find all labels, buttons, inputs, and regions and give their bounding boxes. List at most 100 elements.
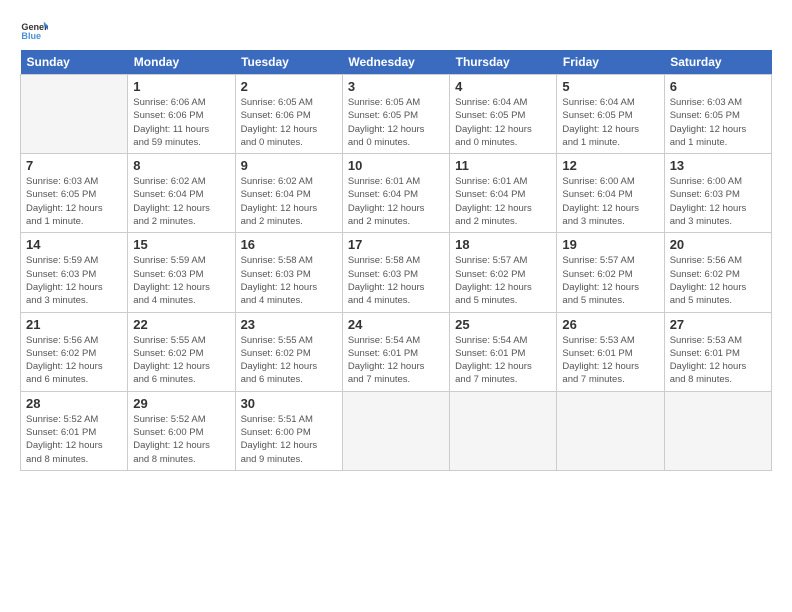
day-number: 20 (670, 237, 766, 252)
calendar-cell: 13 Sunrise: 6:00 AM Sunset: 6:03 PM Dayli… (664, 154, 771, 233)
calendar-cell (557, 391, 664, 470)
calendar-cell: 2 Sunrise: 6:05 AM Sunset: 6:06 PM Daylig… (235, 75, 342, 154)
day-info: Sunrise: 5:53 AM Sunset: 6:01 PM Dayligh… (562, 334, 658, 387)
day-info: Sunrise: 5:53 AM Sunset: 6:01 PM Dayligh… (670, 334, 766, 387)
calendar-cell: 16 Sunrise: 5:58 AM Sunset: 6:03 PM Dayli… (235, 233, 342, 312)
day-number: 15 (133, 237, 229, 252)
day-info: Sunrise: 5:54 AM Sunset: 6:01 PM Dayligh… (348, 334, 444, 387)
calendar-cell: 3 Sunrise: 6:05 AM Sunset: 6:05 PM Daylig… (342, 75, 449, 154)
calendar-cell: 14 Sunrise: 5:59 AM Sunset: 6:03 PM Dayli… (21, 233, 128, 312)
calendar-cell: 12 Sunrise: 6:00 AM Sunset: 6:04 PM Dayli… (557, 154, 664, 233)
day-number: 27 (670, 317, 766, 332)
day-info: Sunrise: 6:03 AM Sunset: 6:05 PM Dayligh… (670, 96, 766, 149)
calendar-cell (450, 391, 557, 470)
calendar-cell: 1 Sunrise: 6:06 AM Sunset: 6:06 PM Daylig… (128, 75, 235, 154)
day-info: Sunrise: 5:55 AM Sunset: 6:02 PM Dayligh… (241, 334, 337, 387)
day-number: 6 (670, 79, 766, 94)
day-info: Sunrise: 5:52 AM Sunset: 6:01 PM Dayligh… (26, 413, 122, 466)
day-info: Sunrise: 6:06 AM Sunset: 6:06 PM Dayligh… (133, 96, 229, 149)
day-number: 14 (26, 237, 122, 252)
calendar-cell: 5 Sunrise: 6:04 AM Sunset: 6:05 PM Daylig… (557, 75, 664, 154)
day-info: Sunrise: 5:55 AM Sunset: 6:02 PM Dayligh… (133, 334, 229, 387)
calendar-cell: 7 Sunrise: 6:03 AM Sunset: 6:05 PM Daylig… (21, 154, 128, 233)
header-friday: Friday (557, 50, 664, 75)
calendar-cell: 25Sunrise: 5:54 AM Sunset: 6:01 PM Dayli… (450, 312, 557, 391)
svg-text:Blue: Blue (21, 31, 41, 41)
day-info: Sunrise: 5:57 AM Sunset: 6:02 PM Dayligh… (562, 254, 658, 307)
day-number: 23 (241, 317, 337, 332)
calendar-table: SundayMondayTuesdayWednesdayThursdayFrid… (20, 50, 772, 471)
calendar-cell: 30 Sunrise: 5:51 AM Sunset: 6:00 PM Dayli… (235, 391, 342, 470)
day-number: 5 (562, 79, 658, 94)
calendar-cell: 29 Sunrise: 5:52 AM Sunset: 6:00 PM Dayli… (128, 391, 235, 470)
day-number: 12 (562, 158, 658, 173)
calendar-cell: 19 Sunrise: 5:57 AM Sunset: 6:02 PM Dayli… (557, 233, 664, 312)
day-number: 1 (133, 79, 229, 94)
calendar-cell: 9 Sunrise: 6:02 AM Sunset: 6:04 PM Daylig… (235, 154, 342, 233)
day-info: Sunrise: 6:05 AM Sunset: 6:05 PM Dayligh… (348, 96, 444, 149)
calendar-cell: 11 Sunrise: 6:01 AM Sunset: 6:04 PM Dayli… (450, 154, 557, 233)
calendar-cell: 4 Sunrise: 6:04 AM Sunset: 6:05 PM Daylig… (450, 75, 557, 154)
day-info: Sunrise: 5:52 AM Sunset: 6:00 PM Dayligh… (133, 413, 229, 466)
day-number: 28 (26, 396, 122, 411)
day-number: 16 (241, 237, 337, 252)
calendar-cell (664, 391, 771, 470)
calendar-cell: 22Sunrise: 5:55 AM Sunset: 6:02 PM Dayli… (128, 312, 235, 391)
day-info: Sunrise: 5:57 AM Sunset: 6:02 PM Dayligh… (455, 254, 551, 307)
header-saturday: Saturday (664, 50, 771, 75)
day-info: Sunrise: 5:58 AM Sunset: 6:03 PM Dayligh… (348, 254, 444, 307)
header-monday: Monday (128, 50, 235, 75)
calendar-cell: 26Sunrise: 5:53 AM Sunset: 6:01 PM Dayli… (557, 312, 664, 391)
header-sunday: Sunday (21, 50, 128, 75)
day-number: 4 (455, 79, 551, 94)
header-wednesday: Wednesday (342, 50, 449, 75)
day-number: 18 (455, 237, 551, 252)
day-info: Sunrise: 6:05 AM Sunset: 6:06 PM Dayligh… (241, 96, 337, 149)
calendar-cell: 15 Sunrise: 5:59 AM Sunset: 6:03 PM Dayli… (128, 233, 235, 312)
calendar-cell (342, 391, 449, 470)
calendar-cell: 6 Sunrise: 6:03 AM Sunset: 6:05 PM Daylig… (664, 75, 771, 154)
day-info: Sunrise: 6:04 AM Sunset: 6:05 PM Dayligh… (455, 96, 551, 149)
day-number: 3 (348, 79, 444, 94)
day-number: 2 (241, 79, 337, 94)
day-number: 9 (241, 158, 337, 173)
day-info: Sunrise: 5:59 AM Sunset: 6:03 PM Dayligh… (26, 254, 122, 307)
calendar-cell: 8Sunrise: 6:02 AM Sunset: 6:04 PM Daylig… (128, 154, 235, 233)
calendar-cell: 20 Sunrise: 5:56 AM Sunset: 6:02 PM Dayli… (664, 233, 771, 312)
day-info: Sunrise: 5:54 AM Sunset: 6:01 PM Dayligh… (455, 334, 551, 387)
calendar-cell: 24 Sunrise: 5:54 AM Sunset: 6:01 PM Dayli… (342, 312, 449, 391)
day-number: 7 (26, 158, 122, 173)
header-thursday: Thursday (450, 50, 557, 75)
day-number: 10 (348, 158, 444, 173)
day-info: Sunrise: 6:01 AM Sunset: 6:04 PM Dayligh… (348, 175, 444, 228)
calendar-cell: 21 Sunrise: 5:56 AM Sunset: 6:02 PM Dayli… (21, 312, 128, 391)
day-info: Sunrise: 6:00 AM Sunset: 6:04 PM Dayligh… (562, 175, 658, 228)
day-number: 21 (26, 317, 122, 332)
day-info: Sunrise: 6:02 AM Sunset: 6:04 PM Dayligh… (241, 175, 337, 228)
calendar-cell: 10 Sunrise: 6:01 AM Sunset: 6:04 PM Dayli… (342, 154, 449, 233)
header-tuesday: Tuesday (235, 50, 342, 75)
day-info: Sunrise: 5:56 AM Sunset: 6:02 PM Dayligh… (26, 334, 122, 387)
day-number: 24 (348, 317, 444, 332)
calendar-cell: 27 Sunrise: 5:53 AM Sunset: 6:01 PM Dayli… (664, 312, 771, 391)
day-number: 30 (241, 396, 337, 411)
day-number: 19 (562, 237, 658, 252)
day-number: 17 (348, 237, 444, 252)
day-number: 11 (455, 158, 551, 173)
calendar-cell: 17 Sunrise: 5:58 AM Sunset: 6:03 PM Dayli… (342, 233, 449, 312)
day-number: 13 (670, 158, 766, 173)
calendar-cell: 28 Sunrise: 5:52 AM Sunset: 6:01 PM Dayli… (21, 391, 128, 470)
day-info: Sunrise: 5:51 AM Sunset: 6:00 PM Dayligh… (241, 413, 337, 466)
day-number: 8 (133, 158, 229, 173)
calendar-cell: 23 Sunrise: 5:55 AM Sunset: 6:02 PM Dayli… (235, 312, 342, 391)
day-info: Sunrise: 6:01 AM Sunset: 6:04 PM Dayligh… (455, 175, 551, 228)
day-number: 29 (133, 396, 229, 411)
day-info: Sunrise: 5:56 AM Sunset: 6:02 PM Dayligh… (670, 254, 766, 307)
day-info: Sunrise: 6:04 AM Sunset: 6:05 PM Dayligh… (562, 96, 658, 149)
day-info: Sunrise: 6:03 AM Sunset: 6:05 PM Dayligh… (26, 175, 122, 228)
day-info: Sunrise: 6:00 AM Sunset: 6:03 PM Dayligh… (670, 175, 766, 228)
day-info: Sunrise: 5:59 AM Sunset: 6:03 PM Dayligh… (133, 254, 229, 307)
calendar-cell (21, 75, 128, 154)
day-info: Sunrise: 5:58 AM Sunset: 6:03 PM Dayligh… (241, 254, 337, 307)
logo: General Blue (20, 16, 52, 44)
